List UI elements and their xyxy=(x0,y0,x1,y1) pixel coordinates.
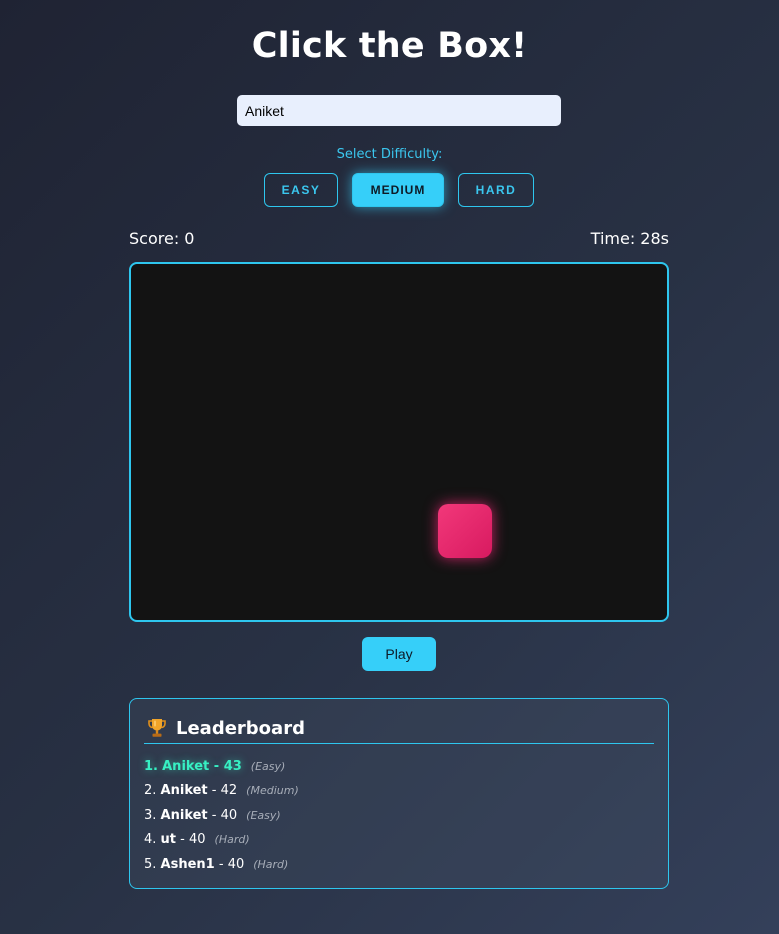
leaderboard-entry: 5. Ashen1 - 40 (Hard) xyxy=(144,856,289,872)
leaderboard-title: Leaderboard xyxy=(176,717,305,739)
entry-mode: (Easy) xyxy=(246,808,281,822)
leaderboard-list: 1. Aniket - 43 (Easy) 2. Aniket - 42 (Medi… xyxy=(144,754,299,877)
leaderboard-entry: 4. ut - 40 (Hard) xyxy=(144,832,250,848)
entry-mode: (Hard) xyxy=(253,857,289,871)
entry-mode: (Hard) xyxy=(214,833,250,847)
game-area xyxy=(129,262,669,622)
entry-points: 40 xyxy=(189,832,206,848)
play-button[interactable]: Play xyxy=(362,637,436,671)
time-display: Time: 28s xyxy=(590,229,669,248)
entry-mode: (Easy) xyxy=(250,759,286,773)
entry-points: 40 xyxy=(220,807,238,823)
entry-rank: 2. xyxy=(144,783,157,799)
leaderboard-header: Leaderboard xyxy=(144,713,654,744)
entry-rank: 3. xyxy=(144,807,157,823)
entry-name: Aniket xyxy=(162,758,210,774)
score-display: Score: 0 xyxy=(129,229,195,248)
target-box[interactable] xyxy=(438,504,492,558)
entry-rank: 1. xyxy=(144,758,158,774)
leaderboard-entry: 2. Aniket - 42 (Medium) xyxy=(144,783,299,799)
entry-rank: 5. xyxy=(144,856,157,872)
entry-name: Aniket xyxy=(160,807,208,823)
leaderboard-panel: Leaderboard 1. Aniket - 43 (Easy) 2. Anik… xyxy=(129,698,669,889)
entry-points: 43 xyxy=(223,758,242,774)
leaderboard-entry: 1. Aniket - 43 (Easy) xyxy=(144,758,286,774)
entry-name: Aniket xyxy=(160,783,208,799)
player-name-input[interactable] xyxy=(237,95,561,126)
difficulty-medium-button[interactable]: MEDIUM xyxy=(352,173,444,207)
difficulty-label: Select Difficulty: xyxy=(336,147,443,162)
difficulty-easy-button[interactable]: EASY xyxy=(264,173,338,207)
leaderboard-entry: 3. Aniket - 40 (Easy) xyxy=(144,807,281,823)
page-title: Click the Box! xyxy=(251,26,528,66)
entry-name: Ashen1 xyxy=(160,856,215,872)
entry-points: 40 xyxy=(227,856,245,872)
entry-mode: (Medium) xyxy=(246,784,299,798)
difficulty-hard-button[interactable]: HARD xyxy=(458,173,534,207)
trophy-icon xyxy=(148,719,166,737)
entry-points: 42 xyxy=(220,783,238,799)
entry-rank: 4. xyxy=(144,832,157,848)
entry-name: ut xyxy=(160,832,177,848)
